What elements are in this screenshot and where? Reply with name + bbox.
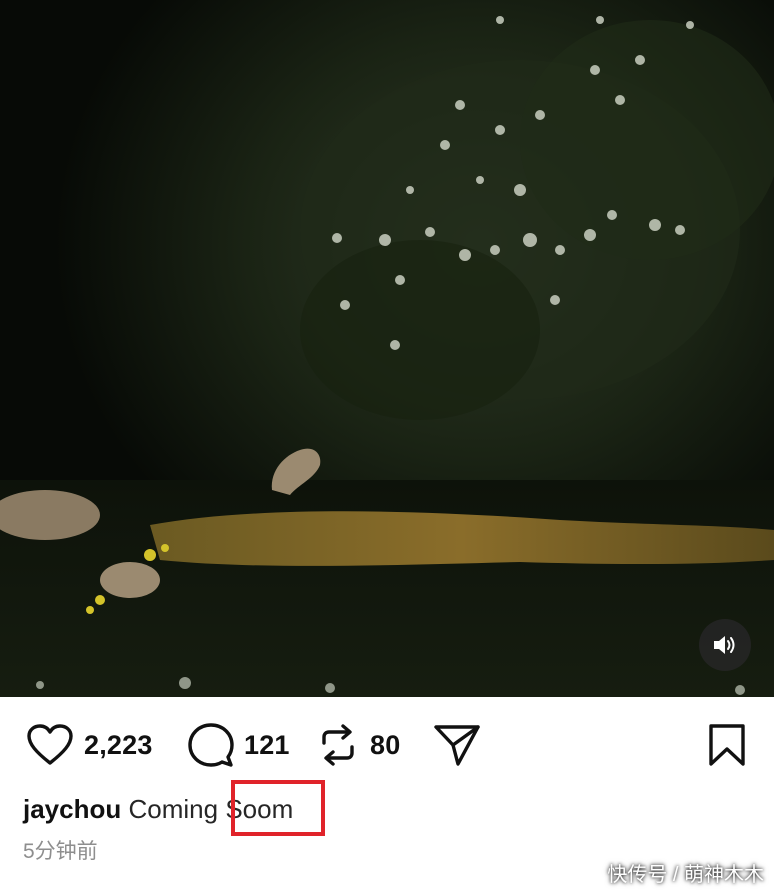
repost-icon: [322, 724, 354, 766]
post-timestamp: 5分钟前: [23, 840, 98, 863]
highlight-annotation-box: [231, 780, 325, 836]
bookmark-icon: [709, 724, 745, 766]
like-button[interactable]: 2,223: [26, 721, 153, 769]
watermark-text: 快传号 / 萌神木木: [607, 864, 764, 886]
post-photo: [0, 0, 774, 697]
post-media[interactable]: [0, 0, 774, 697]
post-action-bar: 2,223 121 80: [0, 697, 774, 797]
repost-count: 80: [370, 729, 401, 760]
save-button[interactable]: [707, 721, 747, 769]
speaker-icon: [714, 636, 735, 654]
repost-button[interactable]: 80: [316, 721, 400, 769]
comment-bubble-icon: [188, 723, 234, 767]
caption-text-part: Coming: [128, 794, 226, 824]
share-button[interactable]: [433, 721, 481, 769]
comment-button[interactable]: 121: [188, 721, 290, 769]
mute-toggle-button[interactable]: [699, 619, 751, 671]
like-count: 2,223: [84, 729, 153, 760]
author-username[interactable]: jaychou: [23, 794, 121, 824]
heart-icon: [27, 724, 73, 765]
comment-count: 121: [244, 729, 290, 760]
send-icon: [434, 725, 480, 766]
